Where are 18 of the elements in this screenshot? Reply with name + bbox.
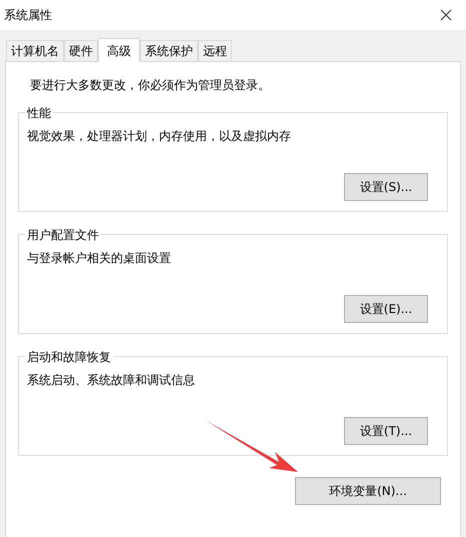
group-title: 性能: [25, 104, 53, 122]
tab[interactable]: 高级: [98, 38, 140, 62]
group-description: 与登录帐户相关的桌面设置: [27, 250, 172, 267]
window-title: 系统属性: [4, 7, 52, 24]
close-icon: [440, 9, 452, 21]
settings-button[interactable]: 设置(E)...: [344, 295, 428, 323]
group-description: 系统启动、系统故障和调试信息: [27, 372, 196, 389]
group-title: 用户配置文件: [25, 226, 101, 244]
tab[interactable]: 远程: [198, 40, 232, 61]
tab[interactable]: 系统保护: [140, 40, 198, 61]
group-title: 启动和故障恢复: [25, 348, 113, 366]
group-description: 视觉效果，处理器计划，内存使用，以及虚拟内存: [27, 128, 292, 145]
environment-variables-button[interactable]: 环境变量(N)...: [295, 477, 441, 505]
settings-button[interactable]: 设置(T)...: [344, 417, 428, 445]
settings-button[interactable]: 设置(S)...: [344, 173, 428, 201]
admin-notice: 要进行大多数更改，你必须作为管理员登录。: [29, 77, 271, 94]
tab[interactable]: 计算机名: [6, 40, 64, 61]
tab[interactable]: 硬件: [64, 40, 98, 61]
